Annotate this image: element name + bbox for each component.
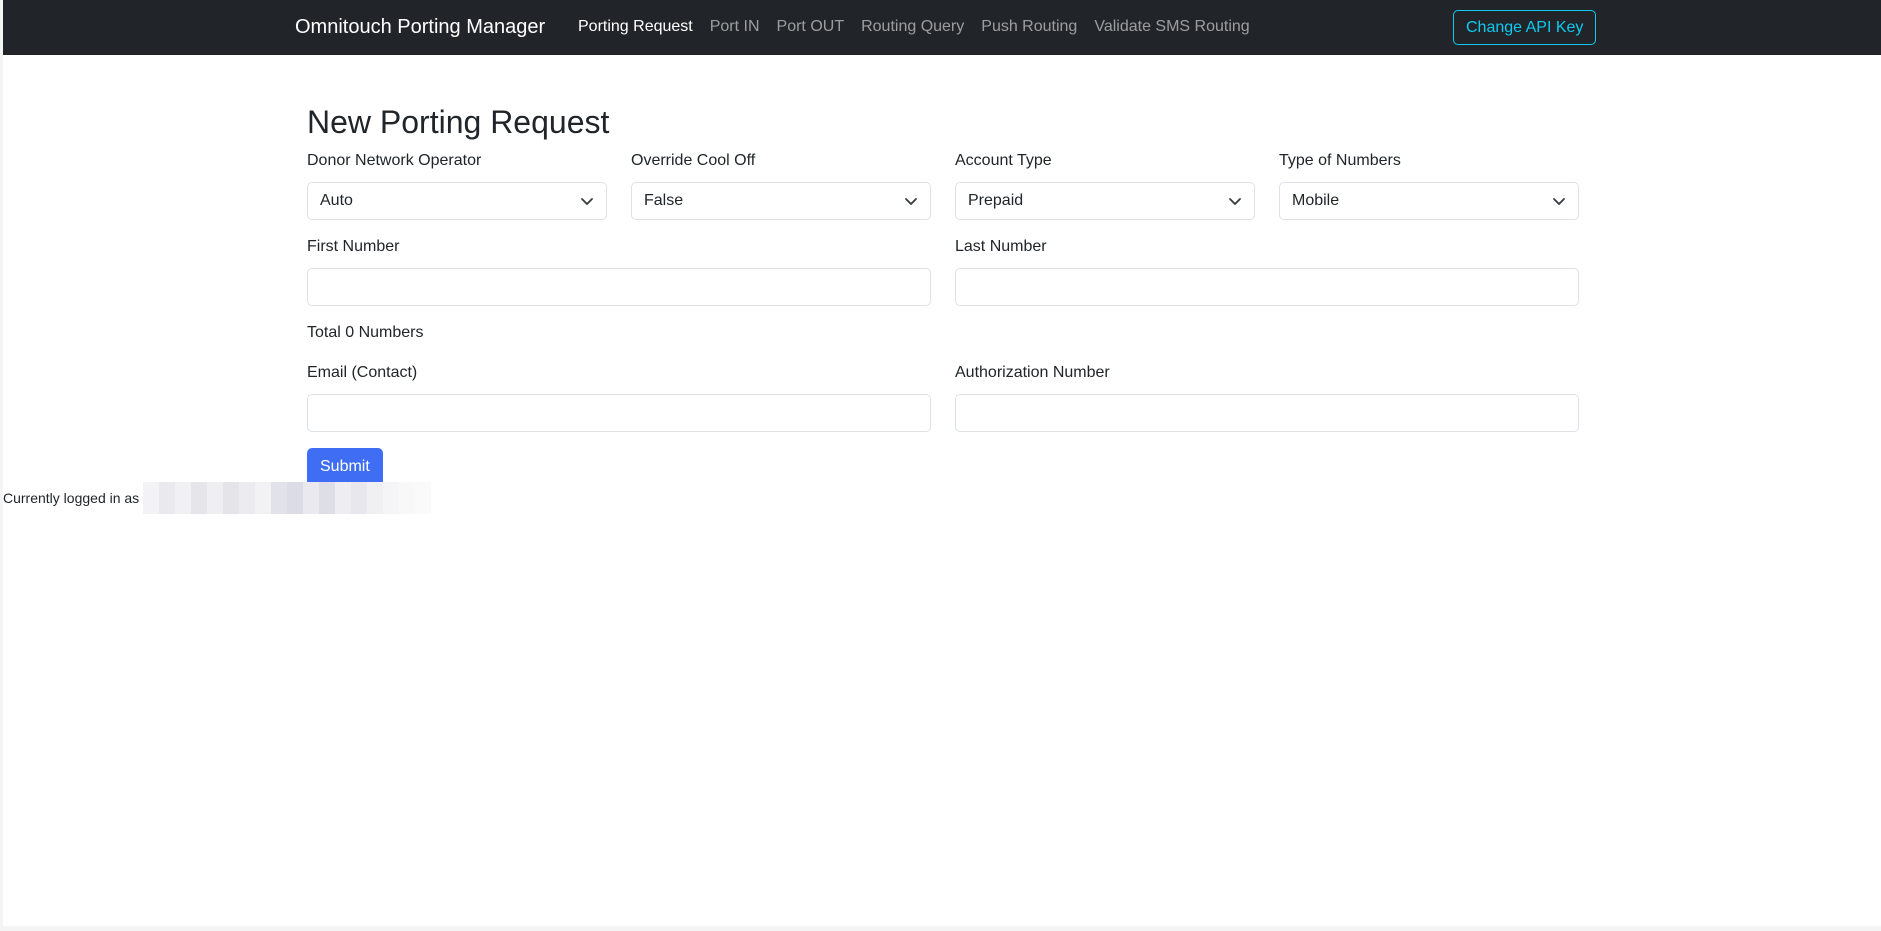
override-cool-off-value: False bbox=[644, 192, 684, 209]
type-of-numbers-value: Mobile bbox=[1292, 192, 1340, 209]
page-title: New Porting Request bbox=[307, 104, 610, 140]
nav-push-routing[interactable]: Push Routing bbox=[981, 18, 1077, 36]
chevron-down-icon bbox=[1229, 198, 1241, 205]
nav-routing-query[interactable]: Routing Query bbox=[861, 18, 964, 36]
first-number-input[interactable] bbox=[307, 268, 931, 306]
total-numbers-text: Total 0 Numbers bbox=[307, 324, 424, 341]
last-number-label: Last Number bbox=[955, 238, 1047, 255]
authorization-number-label: Authorization Number bbox=[955, 364, 1110, 381]
account-type-label: Account Type bbox=[955, 152, 1052, 169]
donor-network-operator-label: Donor Network Operator bbox=[307, 152, 482, 169]
nav-validate-sms-routing[interactable]: Validate SMS Routing bbox=[1094, 18, 1249, 36]
account-type-select[interactable]: Prepaid bbox=[955, 182, 1255, 220]
nav-porting-request[interactable]: Porting Request bbox=[578, 18, 693, 36]
chevron-down-icon bbox=[1553, 198, 1565, 205]
submit-button[interactable]: Submit bbox=[307, 448, 383, 486]
donor-network-operator-value: Auto bbox=[320, 192, 353, 209]
override-cool-off-select[interactable]: False bbox=[631, 182, 931, 220]
last-number-input[interactable] bbox=[955, 268, 1579, 306]
top-navbar: Omnitouch Porting Manager Porting Reques… bbox=[3, 0, 1881, 55]
email-contact-input[interactable] bbox=[307, 394, 931, 432]
account-type-value: Prepaid bbox=[968, 192, 1024, 209]
chevron-down-icon bbox=[905, 198, 917, 205]
chevron-down-icon bbox=[581, 198, 593, 205]
nav-port-out[interactable]: Port OUT bbox=[777, 18, 845, 36]
override-cool-off-label: Override Cool Off bbox=[631, 152, 756, 169]
type-of-numbers-select[interactable]: Mobile bbox=[1279, 182, 1579, 220]
logged-in-label: Currently logged in as bbox=[3, 490, 140, 506]
change-api-key-button[interactable]: Change API Key bbox=[1453, 10, 1597, 45]
page: Omnitouch Porting Manager Porting Reques… bbox=[3, 0, 1881, 926]
donor-network-operator-select[interactable]: Auto bbox=[307, 182, 607, 220]
first-number-label: First Number bbox=[307, 238, 400, 255]
brand-title[interactable]: Omnitouch Porting Manager bbox=[295, 16, 545, 39]
authorization-number-input[interactable] bbox=[955, 394, 1579, 432]
nav-port-in[interactable]: Port IN bbox=[710, 18, 760, 36]
redacted-username bbox=[143, 482, 433, 514]
email-contact-label: Email (Contact) bbox=[307, 364, 418, 381]
type-of-numbers-label: Type of Numbers bbox=[1279, 152, 1401, 169]
nav-links: Porting Request Port IN Port OUT Routing… bbox=[578, 18, 1250, 36]
